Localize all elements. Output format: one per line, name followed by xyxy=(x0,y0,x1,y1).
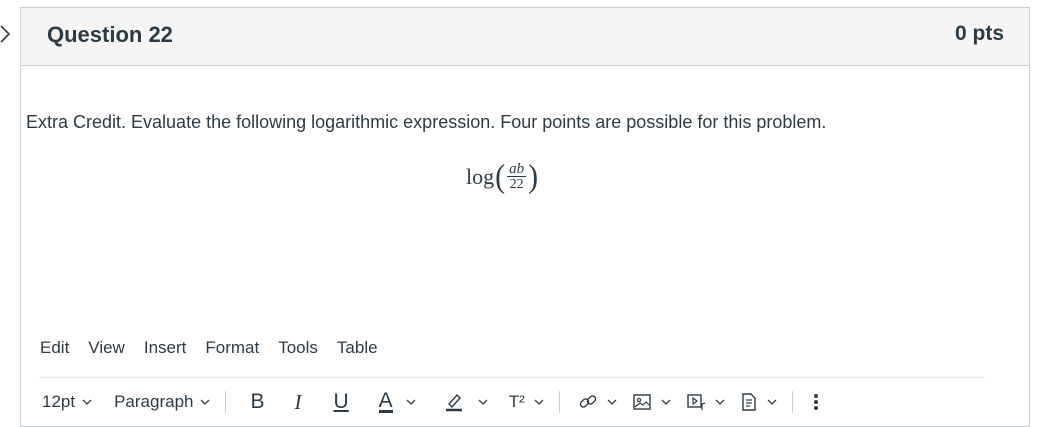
math-expression: log ( ab 22 ) xyxy=(466,155,539,199)
font-size-value: 12pt xyxy=(42,392,76,411)
document-icon xyxy=(742,393,756,411)
more-vertical-icon xyxy=(813,394,818,410)
chevron-down-icon xyxy=(661,399,671,405)
italic-button[interactable]: I xyxy=(295,390,302,415)
question-card: Question 22 0 pts xyxy=(20,7,1030,427)
block-format-select[interactable]: Paragraph xyxy=(114,392,211,412)
menubar-divider xyxy=(39,377,985,378)
question-title: Question 22 xyxy=(47,22,173,47)
math-function: log xyxy=(466,164,495,189)
media-icon xyxy=(687,394,705,410)
underline-icon: U xyxy=(333,390,349,413)
italic-icon: I xyxy=(294,389,302,414)
highlight-color-button[interactable] xyxy=(445,392,489,412)
question-points: 0 pts xyxy=(954,22,1004,45)
more-button[interactable] xyxy=(813,392,819,412)
highlighter-icon xyxy=(445,393,462,412)
editor-toolbar: 12pt Paragraph B I U A T² xyxy=(42,390,819,414)
menu-edit[interactable]: Edit xyxy=(40,338,69,358)
chevron-down-icon xyxy=(406,399,416,405)
block-format-value: Paragraph xyxy=(114,392,194,411)
bold-icon: B xyxy=(250,390,265,413)
math-right-paren: ) xyxy=(528,158,539,195)
chevron-down-icon xyxy=(534,399,544,405)
bold-button[interactable]: B xyxy=(250,390,264,414)
underline-button[interactable]: U xyxy=(334,390,349,414)
document-button[interactable] xyxy=(740,392,778,412)
image-icon xyxy=(633,394,651,410)
font-size-select[interactable]: 12pt xyxy=(42,392,93,412)
math-numerator: ab xyxy=(509,161,525,177)
chevron-down-icon xyxy=(607,399,617,405)
math-fraction: ab 22 xyxy=(507,161,527,192)
superscript-icon: T² xyxy=(508,392,525,411)
chevron-down-icon xyxy=(767,399,777,405)
text-color-icon: A xyxy=(378,389,393,413)
media-button[interactable] xyxy=(686,392,726,412)
question-header: Question 22 0 pts xyxy=(21,8,1029,66)
editor-menubar: Edit View Insert Format Tools Table xyxy=(40,338,378,358)
chevron-down-icon xyxy=(201,399,210,405)
menu-table[interactable]: Table xyxy=(337,338,378,358)
chevron-right-icon[interactable] xyxy=(0,22,14,46)
menu-insert[interactable]: Insert xyxy=(144,338,187,358)
toolbar-separator xyxy=(558,391,560,413)
text-color-button[interactable]: A xyxy=(378,389,417,413)
toolbar-separator xyxy=(225,391,227,413)
math-left-paren: ( xyxy=(495,158,506,195)
superscript-button[interactable]: T² xyxy=(509,392,545,412)
chevron-down-icon xyxy=(478,399,488,405)
link-icon xyxy=(579,395,596,408)
chevron-down-icon xyxy=(715,399,725,405)
question-text: Extra Credit. Evaluate the following log… xyxy=(26,112,827,132)
image-button[interactable] xyxy=(632,392,672,412)
toolbar-separator xyxy=(791,391,793,413)
chevron-down-icon xyxy=(82,399,92,405)
link-button[interactable] xyxy=(578,392,618,412)
menu-format[interactable]: Format xyxy=(205,338,259,358)
menu-view[interactable]: View xyxy=(88,338,125,358)
menu-tools[interactable]: Tools xyxy=(278,338,318,358)
math-denominator: 22 xyxy=(509,177,524,192)
